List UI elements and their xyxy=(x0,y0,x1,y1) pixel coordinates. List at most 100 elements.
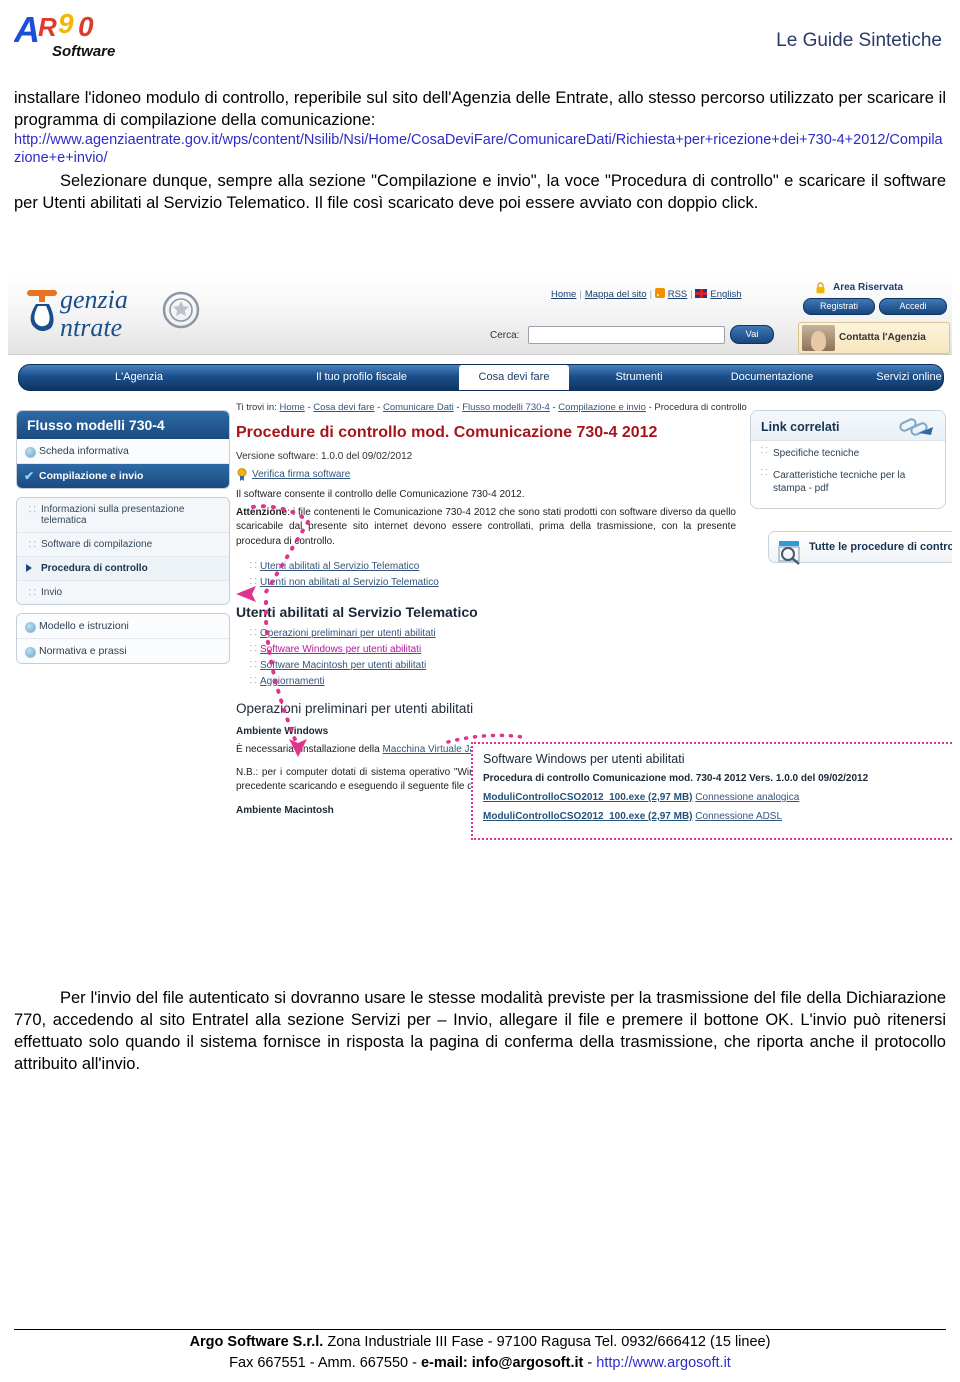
breadcrumb-sep-4: - xyxy=(552,402,556,413)
download-file-name[interactable]: ModuliControlloCSO2012_100.exe (2,97 MB) xyxy=(483,792,693,803)
jre-prefix-text: È necessaria l'installazione della xyxy=(236,744,380,755)
sidebar-item-scheda-informativa[interactable]: Scheda informativa xyxy=(17,439,229,464)
link-label[interactable]: Software Windows per utenti abilitati xyxy=(260,644,421,655)
closing-text-block: Per l'invio del file autenticato si dovr… xyxy=(14,988,946,1076)
operator-photo xyxy=(802,325,835,351)
agenzia-url[interactable]: http://www.agenziaentrate.gov.it/wps/con… xyxy=(14,132,946,167)
left-sidebar: Flusso modelli 730-4 Scheda informativa … xyxy=(16,410,230,672)
toplink-english[interactable]: English xyxy=(710,289,741,300)
related-links-box: Link correlati Specifiche tecniche Carat… xyxy=(750,410,946,509)
toplink-home[interactable]: Home xyxy=(551,289,576,300)
link-label[interactable]: Utenti abilitati al Servizio Telematico xyxy=(260,561,419,572)
link-label[interactable]: Operazioni preliminari per utenti abilit… xyxy=(260,628,436,639)
footer-line-1: Argo Software S.r.l. Zona Industriale II… xyxy=(0,1332,960,1353)
verify-signature-link[interactable]: Verifica firma software xyxy=(252,469,350,480)
svg-text:9: 9 xyxy=(58,8,74,39)
rss-icon xyxy=(654,288,665,298)
breadcrumb-item-compilazione-invio[interactable]: Compilazione e invio xyxy=(558,402,646,413)
related-link-caratteristiche-tecniche[interactable]: Caratteristiche tecniche per la stampa -… xyxy=(751,463,945,508)
nav-tab-lagenzia[interactable]: L'Agenzia xyxy=(74,365,204,390)
section-title-operazioni-preliminari: Operazioni preliminari per utenti abilit… xyxy=(236,701,474,716)
related-links-header: Link correlati xyxy=(751,411,945,441)
nav-tab-cosa-devi-fare[interactable]: Cosa devi fare xyxy=(459,365,569,390)
sidebar-item-label: Modello e istruzioni xyxy=(39,620,129,632)
software-version: Versione software: 1.0.0 del 09/02/2012 xyxy=(236,451,413,462)
toplink-sep-3: | xyxy=(690,289,693,300)
magnifier-icon xyxy=(777,539,803,565)
link-label[interactable]: Utenti non abilitati al Servizio Telemat… xyxy=(260,577,439,588)
dash-bullet-icon: ⸬ xyxy=(29,505,36,514)
popup-title: Software Windows per utenti abilitati xyxy=(483,752,685,766)
download-row-adsl[interactable]: ModuliControlloCSO2012_100.exe (2,97 MB)… xyxy=(483,811,951,822)
dash-bullet-icon: ⸬ xyxy=(29,540,36,549)
footer-divider xyxy=(14,1329,946,1330)
content-link-software-macintosh[interactable]: Software Macintosh per utenti abilitati xyxy=(250,659,736,671)
attention-label: Attenzione xyxy=(236,506,288,518)
breadcrumb-item-comunicare-dati[interactable]: Comunicare Dati xyxy=(383,402,454,413)
sidebar-subitem-invio[interactable]: ⸬ Invio xyxy=(17,581,229,604)
breadcrumb-sep-3: - xyxy=(456,402,460,413)
sidebar-subitem-informazioni-presentazione[interactable]: ⸬ Informazioni sulla presentazione telem… xyxy=(17,498,229,533)
nav-tab-documentazione[interactable]: Documentazione xyxy=(697,365,847,390)
login-button[interactable]: Accedi xyxy=(879,298,947,315)
verify-signature-row: Verifica firma software xyxy=(236,468,736,481)
download-row-analogica[interactable]: ModuliControlloCSO2012_100.exe (2,97 MB)… xyxy=(483,792,951,803)
sidebar-subitem-software-compilazione[interactable]: ⸬ Software di compilazione xyxy=(17,533,229,557)
sidebar-main-box: Flusso modelli 730-4 Scheda informativa … xyxy=(16,410,230,489)
footer-website-url[interactable]: http://www.argosoft.it xyxy=(596,1355,731,1371)
footer-email: e-mail: info@argosoft.it xyxy=(420,1354,584,1371)
breadcrumb-prefix: Ti trovi in: xyxy=(236,402,277,413)
download-connection-type[interactable]: Connessione analogica xyxy=(695,792,799,803)
svg-text:R: R xyxy=(38,12,57,42)
contact-agency-label: Contatta l'Agenzia xyxy=(839,332,926,343)
toplink-mappa[interactable]: Mappa del sito xyxy=(585,289,647,300)
search-submit-button[interactable]: Vai xyxy=(730,325,774,344)
content-link-operazioni-preliminari[interactable]: Operazioni preliminari per utenti abilit… xyxy=(250,627,736,639)
sidebar-subitem-procedura-controllo[interactable]: Procedura di controllo xyxy=(17,557,229,581)
content-title: Procedure di controllo mod. Comunicazion… xyxy=(236,424,658,441)
breadcrumb-item-flusso-modelli[interactable]: Flusso modelli 730-4 xyxy=(462,402,550,413)
link-label[interactable]: Software Macintosh per utenti abilitati xyxy=(260,660,426,671)
sidebar-subitem-label: Software di compilazione xyxy=(41,539,153,550)
svg-text:genzia: genzia xyxy=(60,285,128,314)
breadcrumb-item-home[interactable]: Home xyxy=(279,402,304,413)
toplink-sep-2: | xyxy=(649,289,653,300)
content-link-aggiornamenti[interactable]: Aggiornamenti xyxy=(250,675,736,687)
attention-text: : i file contenenti le Comunicazione 730… xyxy=(236,506,736,547)
dash-bullet-icon: ⸬ xyxy=(29,588,36,597)
content-link-utenti-abilitati[interactable]: Utenti abilitati al Servizio Telematico xyxy=(250,560,736,572)
sidebar-item-label: Scheda informativa xyxy=(39,445,129,457)
closing-paragraph: Per l'invio del file autenticato si dovr… xyxy=(14,989,946,1073)
intro-paragraph-2: Selezionare dunque, sempre alla sezione … xyxy=(14,172,946,213)
link-label[interactable]: Aggiornamenti xyxy=(260,676,324,687)
search-input[interactable] xyxy=(528,326,725,344)
sidebar-item-normativa-prassi[interactable]: Normativa e prassi xyxy=(17,639,229,663)
content-paragraph-1: Il software consente il controllo delle … xyxy=(236,489,525,500)
content-link-utenti-non-abilitati[interactable]: Utenti non abilitati al Servizio Telemat… xyxy=(250,576,736,588)
register-button[interactable]: Registrati xyxy=(803,298,875,315)
nav-tab-profilo-fiscale[interactable]: Il tuo profilo fiscale xyxy=(274,365,449,390)
related-link-specifiche-tecniche[interactable]: Specifiche tecniche xyxy=(751,441,945,463)
sidebar-item-modello-istruzioni[interactable]: Modello e istruzioni xyxy=(17,614,229,639)
all-control-procedures-button[interactable]: Tutte le procedure di controllo xyxy=(768,530,952,565)
download-popup-callout: Software Windows per utenti abilitati Pr… xyxy=(471,742,952,840)
svg-text:A: A xyxy=(14,9,40,50)
content-link-software-windows[interactable]: Software Windows per utenti abilitati xyxy=(250,643,736,655)
page-header: A R 9 0 Software Le Guide Sintetiche xyxy=(0,0,960,70)
nav-tab-servizi-online[interactable]: Servizi online xyxy=(849,365,952,390)
footer-line-2: Fax 667551 - Amm. 667550 - e-mail: info@… xyxy=(0,1353,960,1374)
nav-tab-strumenti[interactable]: Strumenti xyxy=(589,365,689,390)
toplink-rss[interactable]: RSS xyxy=(668,289,688,300)
download-file-name[interactable]: ModuliControlloCSO2012_100.exe (2,97 MB) xyxy=(483,811,693,822)
related-links-title: Link correlati xyxy=(761,420,840,434)
search-label: Cerca: xyxy=(490,330,520,341)
footer-address: Zona Industriale III Fase - 97100 Ragusa… xyxy=(323,1333,771,1350)
sidebar-extra-box: Modello e istruzioni Normativa e prassi xyxy=(16,613,230,664)
breadcrumb-item-cosa-devi-fare[interactable]: Cosa devi fare xyxy=(313,402,374,413)
sidebar-item-compilazione-invio[interactable]: ✔ Compilazione e invio xyxy=(17,464,229,488)
download-connection-type[interactable]: Connessione ADSL xyxy=(695,811,782,822)
button-label: Tutte le procedure di controllo xyxy=(809,540,952,553)
argo-logo: A R 9 0 Software xyxy=(14,6,139,62)
chain-link-icon xyxy=(897,413,937,443)
contact-agency-button[interactable]: Contatta l'Agenzia xyxy=(798,322,950,354)
